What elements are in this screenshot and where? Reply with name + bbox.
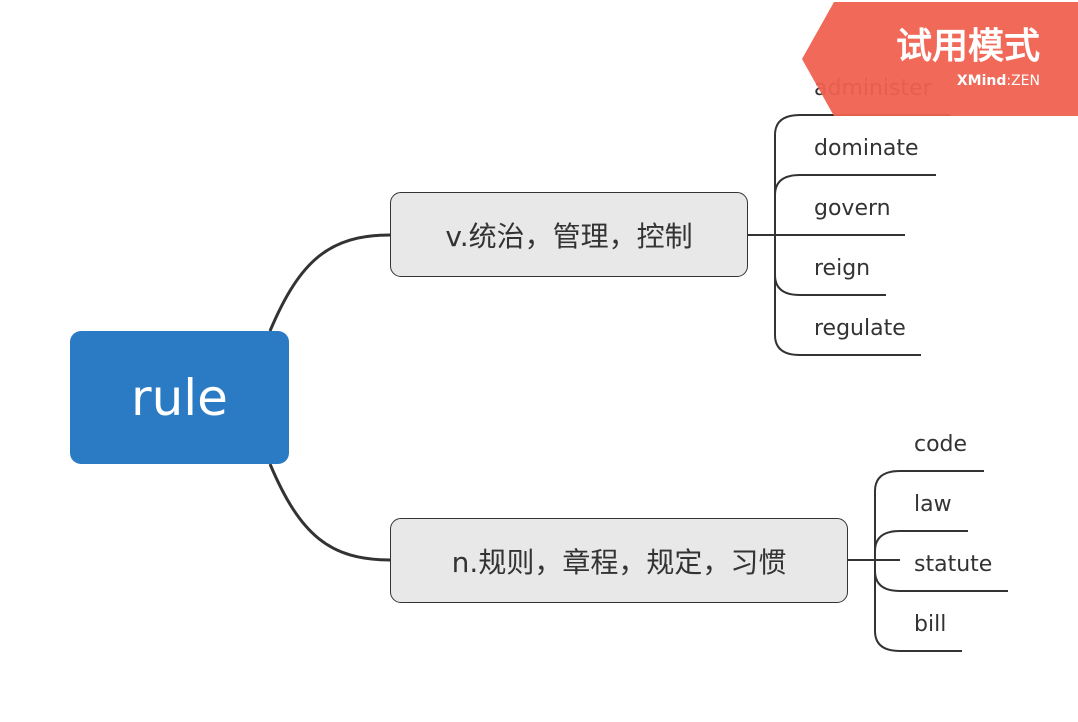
- central-topic-label: rule: [131, 368, 228, 427]
- xmind-zen-logo: XMind:ZEN: [957, 72, 1040, 90]
- subtopic-dominate[interactable]: dominate: [814, 134, 919, 164]
- trial-mode-title: 试用模式: [895, 26, 1040, 67]
- subtopic-govern[interactable]: govern: [814, 194, 891, 224]
- connector-central-to-verb: [268, 233, 391, 332]
- main-topic-verb-label: v.统治，管理，控制: [445, 219, 693, 253]
- subtopic-law[interactable]: law: [914, 490, 952, 520]
- central-topic[interactable]: rule: [70, 331, 289, 464]
- connector-verb-branch-2: [774, 274, 801, 296]
- subtopic-bill[interactable]: bill: [914, 610, 946, 640]
- main-topic-noun[interactable]: n.规则，章程，规定，习惯: [390, 518, 848, 603]
- trial-mode-badge: 试用模式 XMind:ZEN: [800, 0, 1078, 118]
- connector-noun-branch-2: [874, 570, 901, 592]
- connector-central-to-noun: [268, 463, 391, 562]
- main-topic-verb[interactable]: v.统治，管理，控制: [390, 192, 748, 277]
- brand-zen: ZEN: [1011, 73, 1040, 89]
- brand-xmind: XMind: [956, 73, 1007, 89]
- subtopic-statute[interactable]: statute: [914, 550, 992, 580]
- connector-verb-branch-1: [774, 174, 801, 196]
- connector-noun-branch-1: [874, 530, 901, 552]
- subtopic-code[interactable]: code: [914, 430, 967, 460]
- subtopic-reign[interactable]: reign: [814, 254, 870, 284]
- main-topic-noun-label: n.规则，章程，规定，习惯: [451, 545, 787, 579]
- subtopic-regulate[interactable]: regulate: [814, 314, 906, 344]
